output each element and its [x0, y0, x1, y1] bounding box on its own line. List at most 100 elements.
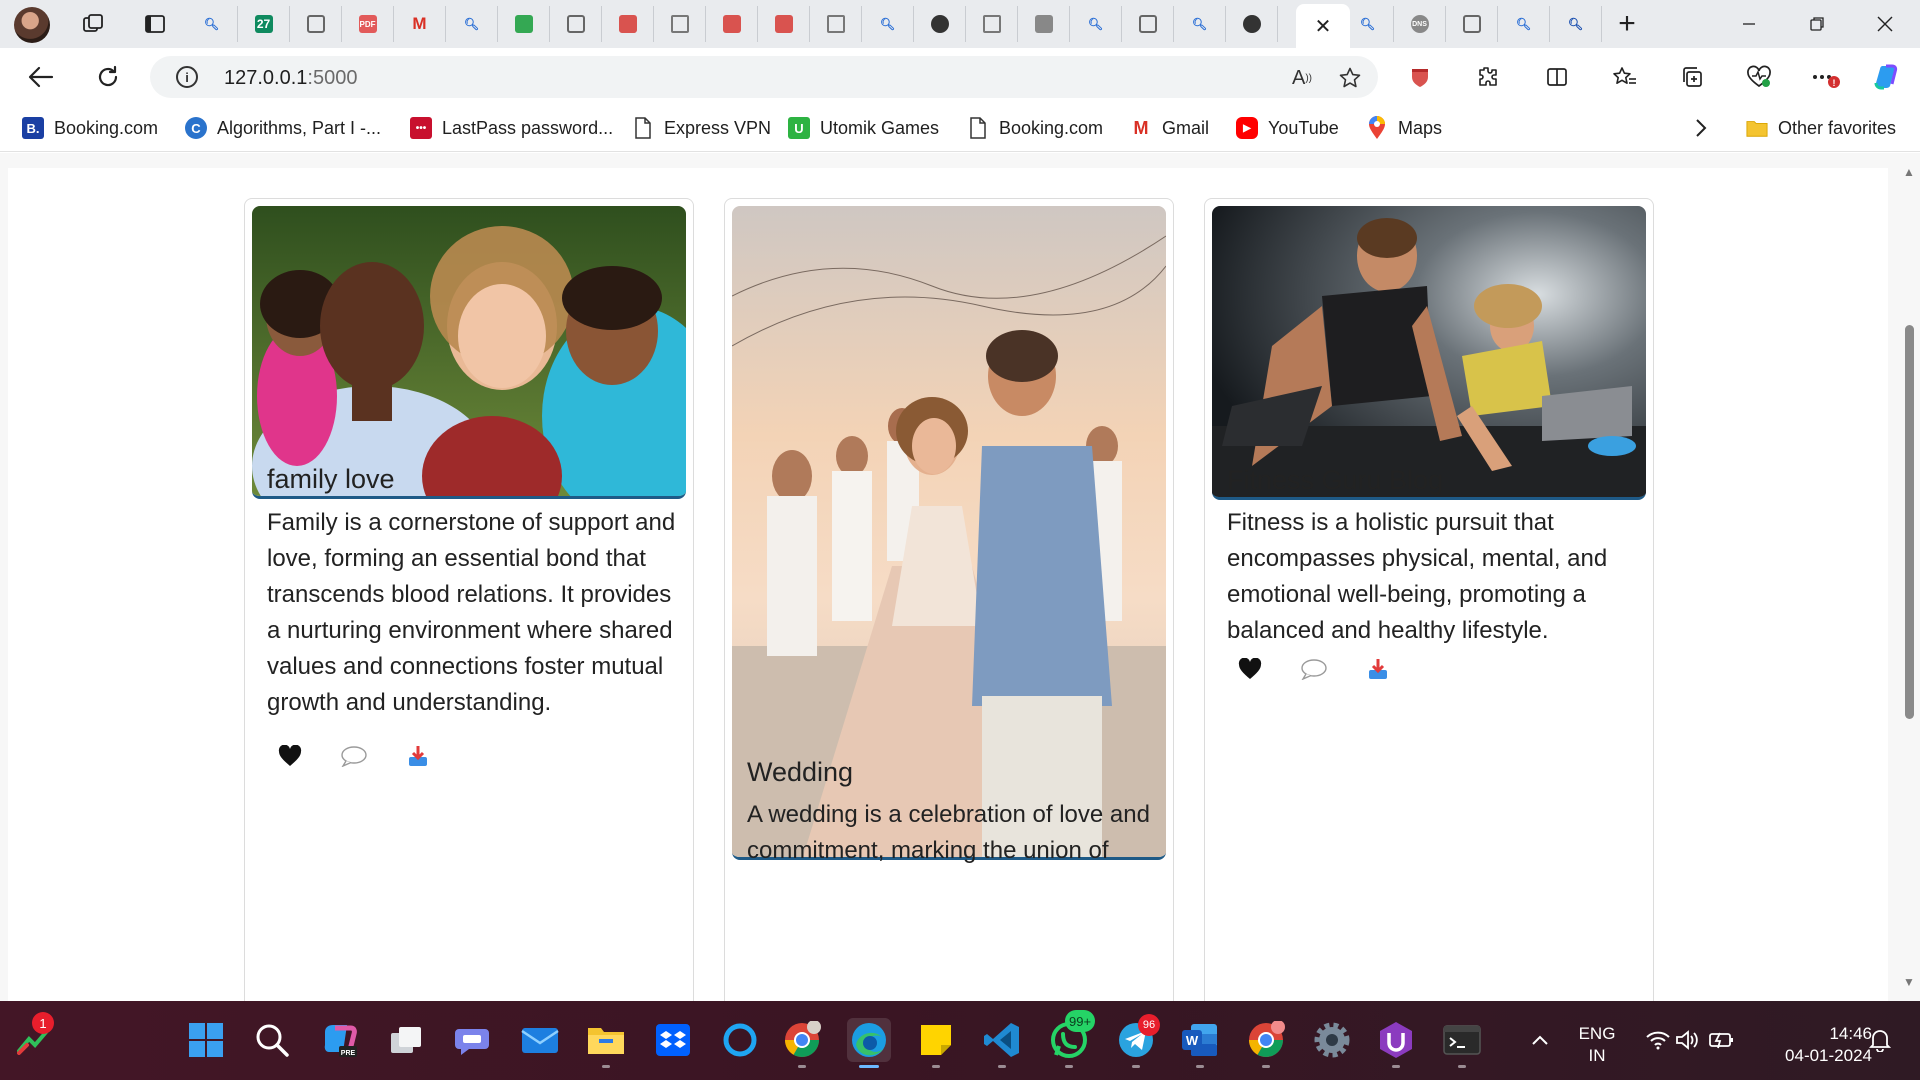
favorites-overflow-chevron-icon[interactable]	[1694, 116, 1708, 140]
tab-page[interactable]	[290, 6, 342, 42]
close-tab-icon[interactable]: ✕	[1315, 14, 1332, 39]
minimize-button[interactable]	[1715, 0, 1783, 48]
tab-calendar[interactable]: 27	[238, 6, 290, 42]
collections-icon[interactable]	[1675, 60, 1709, 94]
comment-icon[interactable]	[1299, 654, 1329, 684]
scroll-up-arrow-icon[interactable]: ▲	[1902, 165, 1916, 179]
other-favorites[interactable]: Other favorites	[1746, 116, 1896, 140]
split-screen-icon[interactable]	[1540, 60, 1574, 94]
copilot-icon[interactable]	[1868, 60, 1902, 94]
tab-doc-3[interactable]	[966, 6, 1018, 42]
favorite-utomik[interactable]: U Utomik Games	[788, 116, 939, 140]
tab-shield[interactable]	[602, 6, 654, 42]
tab-dns[interactable]: DNS	[1394, 6, 1446, 42]
profile-avatar[interactable]	[14, 7, 50, 43]
tab-github[interactable]	[914, 6, 966, 42]
task-view-icon[interactable]	[384, 1018, 428, 1062]
tab-search-4[interactable]: 🔍︎	[1070, 6, 1122, 42]
extension-shield-icon[interactable]	[1403, 60, 1437, 94]
clock[interactable]: 14:46 04-01-2024	[1752, 1023, 1872, 1067]
tab-github-2[interactable]	[1226, 6, 1278, 42]
tab-search[interactable]: 🔍︎	[186, 6, 238, 42]
favorite-youtube[interactable]: ▶ YouTube	[1236, 116, 1339, 140]
tab-search-2[interactable]: 🔍︎	[446, 6, 498, 42]
tab-doc-2[interactable]	[810, 6, 862, 42]
tab-search-7[interactable]: 🔍︎	[1498, 6, 1550, 42]
favorite-expressvpn[interactable]: Express VPN	[632, 116, 771, 140]
cortana-icon[interactable]	[718, 1018, 762, 1062]
app-purple-icon[interactable]	[1374, 1018, 1418, 1068]
teams-chat-icon[interactable]	[451, 1018, 495, 1062]
favorite-booking[interactable]: B. Booking.com	[22, 116, 158, 140]
workspaces-icon[interactable]	[78, 9, 108, 39]
word-icon[interactable]: W	[1178, 1018, 1222, 1068]
more-menu-icon[interactable]: !	[1808, 60, 1842, 94]
post-actions	[275, 741, 433, 771]
favorites-icon[interactable]	[1608, 60, 1642, 94]
vscode-icon[interactable]	[980, 1018, 1024, 1068]
save-download-icon[interactable]	[1363, 654, 1393, 684]
like-heart-icon[interactable]	[1235, 654, 1265, 684]
search-icon[interactable]	[250, 1018, 294, 1062]
tab-doc[interactable]	[654, 6, 706, 42]
tab-meet[interactable]	[498, 6, 550, 42]
favorite-lastpass[interactable]: ••• LastPass password...	[410, 116, 613, 140]
restore-button[interactable]	[1783, 0, 1851, 48]
stocks-widget-icon[interactable]: 1	[12, 1012, 56, 1062]
browser-essentials-icon[interactable]	[1742, 60, 1776, 94]
favorite-star-icon[interactable]	[1338, 66, 1362, 90]
favorite-algorithms[interactable]: C Algorithms, Part I -...	[185, 116, 381, 140]
edge-icon[interactable]	[847, 1018, 891, 1068]
tab-search-6[interactable]: 🔍︎	[1342, 6, 1394, 42]
chrome-icon[interactable]	[780, 1018, 824, 1068]
mail-icon[interactable]	[518, 1018, 562, 1062]
dropbox-icon[interactable]	[651, 1018, 695, 1062]
tab-gmail[interactable]: M	[394, 6, 446, 42]
tab-search-3[interactable]: 🔍︎	[862, 6, 914, 42]
comment-icon[interactable]	[339, 741, 369, 771]
like-heart-icon[interactable]	[275, 741, 305, 771]
tab-page-3[interactable]	[1122, 6, 1174, 42]
tab-search-5[interactable]: 🔍︎	[1174, 6, 1226, 42]
language-code: ENG	[1578, 1024, 1616, 1043]
favorite-booking-2[interactable]: Booking.com	[967, 116, 1103, 140]
terminal-icon[interactable]	[1440, 1018, 1484, 1068]
scroll-down-arrow-icon[interactable]: ▼	[1902, 975, 1916, 989]
close-window-button[interactable]	[1851, 0, 1919, 48]
whatsapp-icon[interactable]: 99+	[1047, 1010, 1096, 1068]
tab-shield-2[interactable]	[706, 6, 758, 42]
favorite-maps[interactable]: Maps	[1366, 116, 1442, 140]
post-card: family love Family is a cornerstone of s…	[244, 198, 694, 1001]
tab-page-4[interactable]	[1446, 6, 1498, 42]
battery-icon[interactable]	[1700, 1018, 1744, 1062]
url-text[interactable]: 127.0.0.1:5000	[224, 67, 357, 90]
start-button[interactable]	[184, 1018, 228, 1062]
notifications-bell-icon[interactable]	[1858, 1018, 1902, 1062]
language-indicator[interactable]: ENG IN	[1572, 1023, 1622, 1067]
address-bar[interactable]: i 127.0.0.1:5000 A))	[150, 56, 1378, 98]
settings-gear-icon[interactable]	[1310, 1018, 1354, 1062]
show-hidden-icons-chevron-icon[interactable]	[1518, 1018, 1562, 1062]
new-tab-button[interactable]: +	[1612, 7, 1642, 40]
extensions-icon[interactable]	[1470, 60, 1504, 94]
chrome-profile-icon[interactable]	[1244, 1018, 1288, 1068]
read-aloud-icon[interactable]: A))	[1290, 66, 1314, 90]
back-button[interactable]	[24, 60, 58, 94]
tab-search-8[interactable]: 🔍︎	[1550, 6, 1602, 42]
tab-shield-3[interactable]	[758, 6, 810, 42]
scroll-thumb[interactable]	[1905, 325, 1914, 719]
file-explorer-icon[interactable]	[584, 1018, 628, 1068]
sticky-notes-icon[interactable]	[914, 1018, 958, 1068]
favorite-gmail[interactable]: M Gmail	[1130, 116, 1210, 140]
tab-actions-icon[interactable]	[140, 9, 170, 39]
refresh-button[interactable]	[91, 60, 125, 94]
telegram-icon[interactable]: 96	[1114, 1014, 1160, 1068]
tab-pdf[interactable]: PDF	[342, 6, 394, 42]
save-download-icon[interactable]	[403, 741, 433, 771]
copilot-preview-icon[interactable]: PRE	[317, 1018, 361, 1062]
tab-image[interactable]	[1018, 6, 1070, 42]
window-icon	[306, 15, 325, 33]
site-info-icon[interactable]: i	[176, 66, 198, 88]
page-scrollbar[interactable]: ▲ ▼	[1898, 153, 1920, 1001]
tab-page-2[interactable]	[550, 6, 602, 42]
